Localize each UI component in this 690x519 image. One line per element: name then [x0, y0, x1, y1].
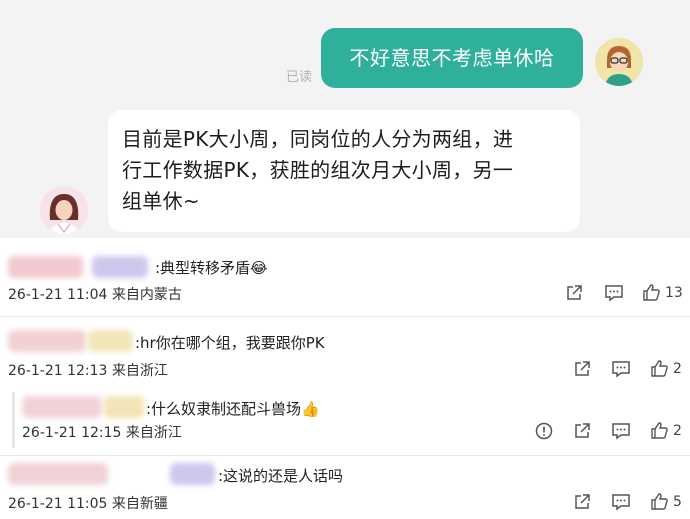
comment-meta: 26-1-21 11:05 来自新疆	[8, 493, 168, 513]
blurred-username	[88, 330, 133, 352]
like-button[interactable]: 5	[650, 492, 682, 511]
reply-comment-item: :什么奴隶制还配斗兽场👍 26-1-21 12:15 来自浙江 2	[0, 388, 690, 454]
comment-location: 来自内蒙古	[111, 287, 182, 303]
comment-button[interactable]	[604, 284, 624, 302]
chat-screenshot: 不好意思不考虑单休哈 已读 目前是PK大小周，同岗位的人分为两组，进 行工作数据…	[0, 0, 690, 238]
like-count: 2	[673, 360, 682, 377]
comment-date: 26-1-21 11:04	[8, 287, 108, 303]
comment-icon	[612, 361, 630, 378]
comment-location: 来自浙江	[111, 363, 168, 379]
comment-location: 来自新疆	[111, 496, 168, 512]
incoming-message-line: 行工作数据PK，获胜的组次月大小周，另一	[122, 158, 514, 182]
hr-avatar	[40, 186, 88, 234]
incoming-message-line: 组单休~	[122, 189, 200, 213]
comment-item: :hr你在哪个组，我要跟你PK 26-1-21 12:13 来自浙江 2	[0, 318, 690, 388]
comment-button[interactable]	[611, 422, 631, 440]
share-button[interactable]	[565, 284, 583, 302]
comment-text: :典型转移矛盾😂	[155, 259, 268, 277]
like-count: 5	[673, 493, 682, 510]
share-icon	[575, 494, 590, 509]
blurred-username	[104, 396, 144, 418]
avatar-woman-icon	[40, 186, 88, 234]
comment-text: :这说的还是人话吗	[218, 467, 344, 485]
share-button[interactable]	[573, 422, 591, 440]
like-count: 13	[665, 284, 683, 301]
comment-meta: 26-1-21 11:04 来自内蒙古	[8, 284, 182, 304]
blurred-username	[8, 256, 83, 278]
comment-location: 来自浙江	[125, 425, 182, 441]
comment-icon	[605, 285, 623, 302]
like-button[interactable]: 2	[650, 359, 682, 378]
like-count: 2	[673, 422, 682, 439]
comment-item: :这说的还是人话吗 26-1-21 11:05 来自新疆 5	[0, 457, 690, 519]
outgoing-message-bubble: 不好意思不考虑单休哈	[321, 28, 583, 88]
report-button[interactable]	[535, 422, 553, 440]
share-button[interactable]	[573, 493, 591, 511]
divider	[0, 455, 690, 456]
incoming-message-bubble: 目前是PK大小周，同岗位的人分为两组，进 行工作数据PK，获胜的组次月大小周，另…	[108, 110, 580, 232]
like-button[interactable]: 13	[642, 283, 683, 302]
share-icon	[575, 361, 590, 376]
comment-item: :典型转移矛盾😂 26-1-21 11:04 来自内蒙古 13	[0, 246, 690, 316]
report-icon	[535, 422, 553, 440]
divider	[0, 316, 690, 317]
comment-button[interactable]	[611, 493, 631, 511]
read-status: 已读	[286, 70, 313, 85]
like-icon	[651, 493, 668, 510]
share-button[interactable]	[573, 360, 591, 378]
comment-text: :hr你在哪个组，我要跟你PK	[135, 334, 325, 352]
blurred-username	[170, 463, 215, 485]
comment-meta: 26-1-21 12:13 来自浙江	[8, 360, 168, 380]
comment-date: 26-1-21 12:13	[8, 363, 108, 379]
like-icon	[643, 284, 660, 301]
comment-date: 26-1-21 11:05	[8, 496, 108, 512]
blurred-username	[92, 256, 148, 278]
comment-icon	[612, 494, 630, 511]
comment-icon	[612, 423, 630, 440]
comment-button[interactable]	[611, 360, 631, 378]
share-icon	[567, 285, 582, 300]
comment-text: :什么奴隶制还配斗兽场👍	[146, 400, 320, 418]
blurred-username	[22, 396, 102, 418]
like-icon	[651, 422, 668, 439]
blurred-username	[8, 330, 86, 352]
outgoing-message-text: 不好意思不考虑单休哈	[349, 46, 555, 70]
comment-date: 26-1-21 12:15	[22, 425, 122, 441]
like-button[interactable]: 2	[650, 421, 682, 440]
incoming-message-line: 目前是PK大小周，同岗位的人分为两组，进	[122, 127, 514, 151]
like-icon	[651, 360, 668, 377]
comment-meta: 26-1-21 12:15 来自浙江	[22, 422, 182, 442]
blurred-username	[8, 463, 108, 485]
user-avatar	[595, 38, 643, 86]
avatar-person-icon	[595, 38, 643, 86]
share-icon	[575, 423, 590, 438]
